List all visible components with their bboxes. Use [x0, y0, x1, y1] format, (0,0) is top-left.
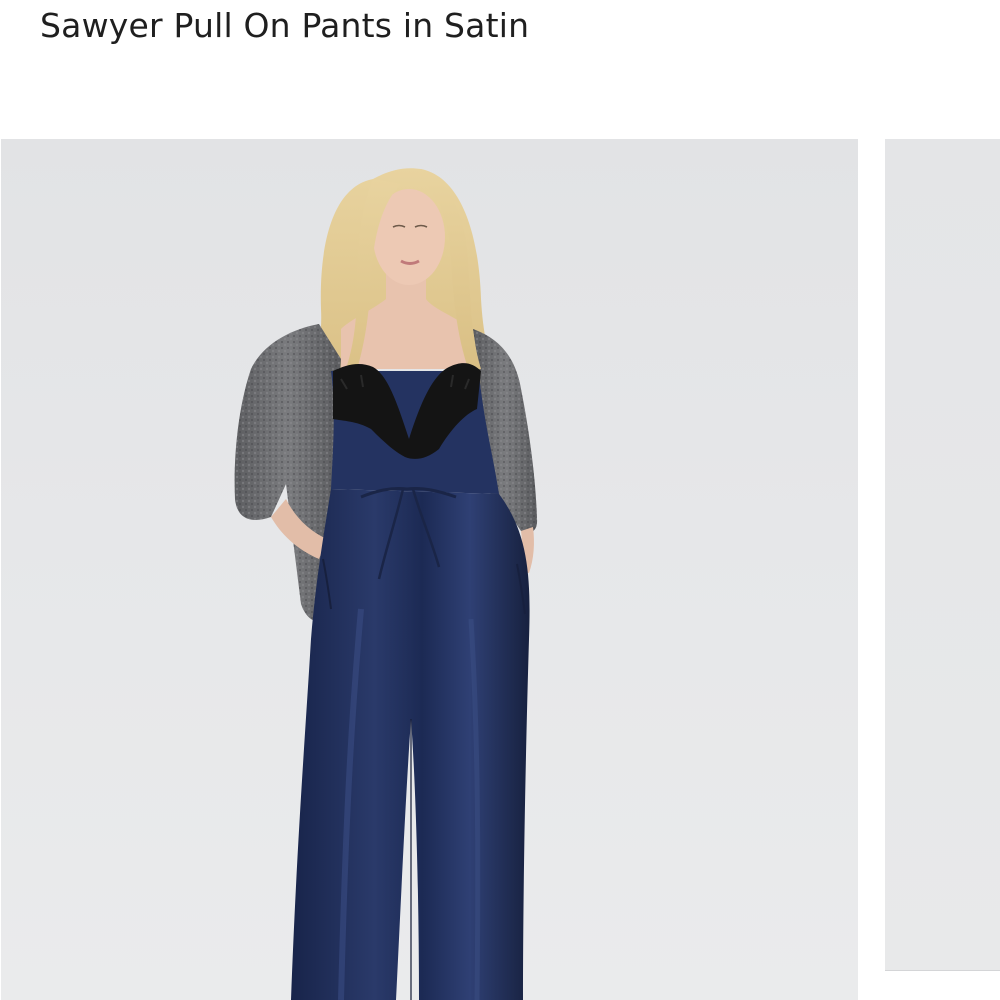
- product-title: Sawyer Pull On Pants in Satin: [40, 6, 530, 45]
- product-image-gallery[interactable]: [0, 139, 1000, 1000]
- model-illustration: [234, 168, 538, 1000]
- product-page: Sawyer Pull On Pants in Satin: [0, 0, 1000, 1000]
- product-image-main[interactable]: [1, 139, 858, 1000]
- product-image-next[interactable]: [885, 139, 1000, 971]
